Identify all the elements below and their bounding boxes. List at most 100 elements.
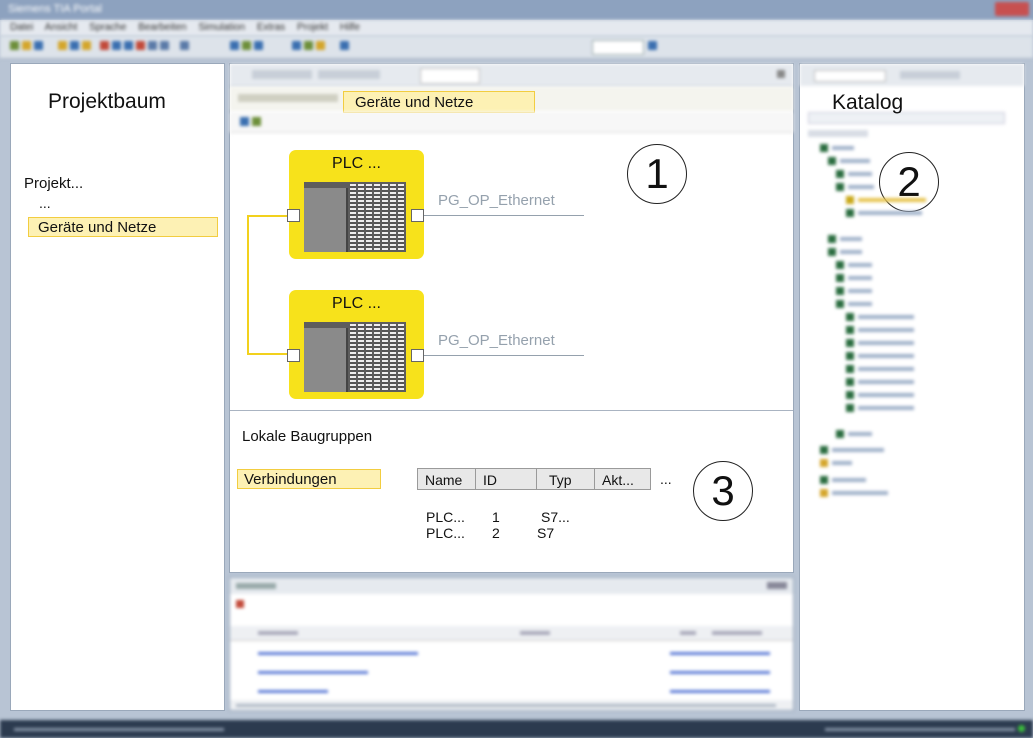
folder-icon [820, 446, 828, 454]
new-project-icon[interactable] [10, 41, 19, 50]
column-time[interactable] [712, 631, 762, 635]
title-bar: Siemens TIA Portal [0, 0, 1033, 20]
folder-icon [828, 157, 836, 165]
save-project-icon[interactable] [34, 41, 43, 50]
plc-device-2[interactable]: PLC ... [287, 290, 424, 399]
cpu-icon [846, 209, 854, 217]
project-search-input[interactable] [592, 40, 644, 55]
table-cell-id: 2 [492, 525, 500, 541]
column-message[interactable] [258, 631, 298, 635]
start-cpu-icon[interactable] [292, 41, 301, 50]
bus-connector-top [247, 215, 289, 217]
column-header-id[interactable]: ID [475, 468, 537, 490]
menu-item-help[interactable]: Hilfe [340, 22, 360, 33]
clear-log-icon[interactable] [236, 600, 244, 608]
search-icon[interactable] [648, 41, 657, 50]
log-message-row[interactable] [258, 690, 328, 693]
view-divider[interactable] [230, 410, 793, 411]
tab-online-tools[interactable] [900, 71, 960, 79]
plc-2-port-left[interactable] [287, 349, 300, 362]
table-cell-type: S7 [537, 525, 555, 541]
marker-1: 1 [627, 144, 687, 204]
folder-icon [836, 287, 844, 295]
plc-1-module-icon [358, 184, 364, 250]
ethernet-line-2[interactable] [424, 355, 584, 356]
panel-window-controls[interactable] [767, 582, 787, 589]
tab-plc[interactable] [420, 68, 480, 84]
plc-1-port-left[interactable] [287, 209, 300, 222]
go-online-icon[interactable] [230, 41, 239, 50]
plc-1-port-right[interactable] [411, 209, 424, 222]
column-header-active[interactable]: Akt... [594, 468, 651, 490]
tab-catalog[interactable] [814, 70, 886, 82]
menu-item-edit[interactable]: Bearbeiten [138, 22, 186, 33]
column-source[interactable] [520, 631, 550, 635]
plc-1-module-icon [350, 184, 356, 250]
menu-item-view[interactable]: Ansicht [45, 22, 78, 33]
menu-bar: Datei Ansicht Sprache Bearbeiten Simulat… [0, 20, 1033, 36]
plc-1-cpu-icon [304, 188, 348, 252]
devices-networks-label[interactable]: Geräte und Netze [343, 91, 535, 113]
folder-icon [828, 248, 836, 256]
menu-item-tools[interactable]: Extras [257, 22, 285, 33]
output-tab-strip[interactable] [236, 704, 776, 707]
window-title: Siemens TIA Portal [8, 3, 102, 15]
output-title [236, 583, 276, 589]
tab-general[interactable] [252, 70, 312, 79]
stop-cpu-icon[interactable] [304, 41, 313, 50]
table-cell-name[interactable]: PLC... [426, 509, 465, 525]
project-tree-title: Projektbaum [48, 90, 166, 113]
cut-icon[interactable] [58, 41, 67, 50]
marker-2: 2 [879, 152, 939, 212]
tab-diagnostics[interactable] [318, 70, 380, 79]
network-label-2[interactable]: PG_OP_Ethernet [438, 332, 555, 349]
open-project-icon[interactable] [22, 41, 31, 50]
plc-device-1[interactable]: PLC ... [287, 150, 424, 259]
folder-icon [836, 183, 844, 191]
redo-icon[interactable] [124, 41, 133, 50]
upload-icon[interactable] [160, 41, 169, 50]
cpu-icon [846, 365, 854, 373]
menu-item-project[interactable]: Projekt [297, 22, 328, 33]
column-header-name[interactable]: Name [417, 468, 476, 490]
catalog-filter[interactable] [808, 130, 868, 137]
status-right-text [825, 728, 1015, 731]
close-window-button[interactable] [995, 2, 1029, 16]
menu-item-language[interactable]: Sprache [89, 22, 126, 33]
table-cell-name[interactable]: PLC... [426, 525, 465, 541]
tree-item-project[interactable]: Projekt... [24, 175, 83, 192]
copy-icon[interactable] [70, 41, 79, 50]
log-message-row[interactable] [258, 671, 368, 674]
cross-reference-icon[interactable] [316, 41, 325, 50]
download-icon[interactable] [148, 41, 157, 50]
tree-item-devices-networks[interactable]: Geräte und Netze [28, 217, 218, 237]
column-header-type[interactable]: Typ [536, 468, 595, 490]
connections-icon[interactable] [252, 117, 261, 126]
network-label-1[interactable]: PG_OP_Ethernet [438, 192, 555, 209]
cpu-icon [846, 391, 854, 399]
folder-icon [836, 274, 844, 282]
delete-icon[interactable] [100, 41, 109, 50]
ethernet-line-1[interactable] [424, 215, 584, 216]
compile-icon[interactable] [136, 41, 145, 50]
paste-icon[interactable] [82, 41, 91, 50]
column-date[interactable] [680, 631, 696, 635]
output-panel [229, 577, 794, 711]
menu-item-simulation[interactable]: Simulation [198, 22, 245, 33]
log-message-row[interactable] [258, 652, 418, 655]
go-offline-icon[interactable] [242, 41, 251, 50]
connections-tab[interactable]: Verbindungen [237, 469, 381, 489]
simulation-icon[interactable] [180, 41, 189, 50]
bus-connector-line [247, 215, 249, 355]
collapse-icon[interactable] [777, 70, 785, 78]
toolbar [0, 36, 1033, 59]
menu-item-file[interactable]: Datei [10, 22, 33, 33]
network-icon[interactable] [240, 117, 249, 126]
accessible-devices-icon[interactable] [254, 41, 263, 50]
split-editor-icon[interactable] [340, 41, 349, 50]
folder-icon [820, 459, 828, 467]
folder-icon [836, 300, 844, 308]
log-message-time [670, 690, 770, 693]
plc-2-port-right[interactable] [411, 349, 424, 362]
undo-icon[interactable] [112, 41, 121, 50]
